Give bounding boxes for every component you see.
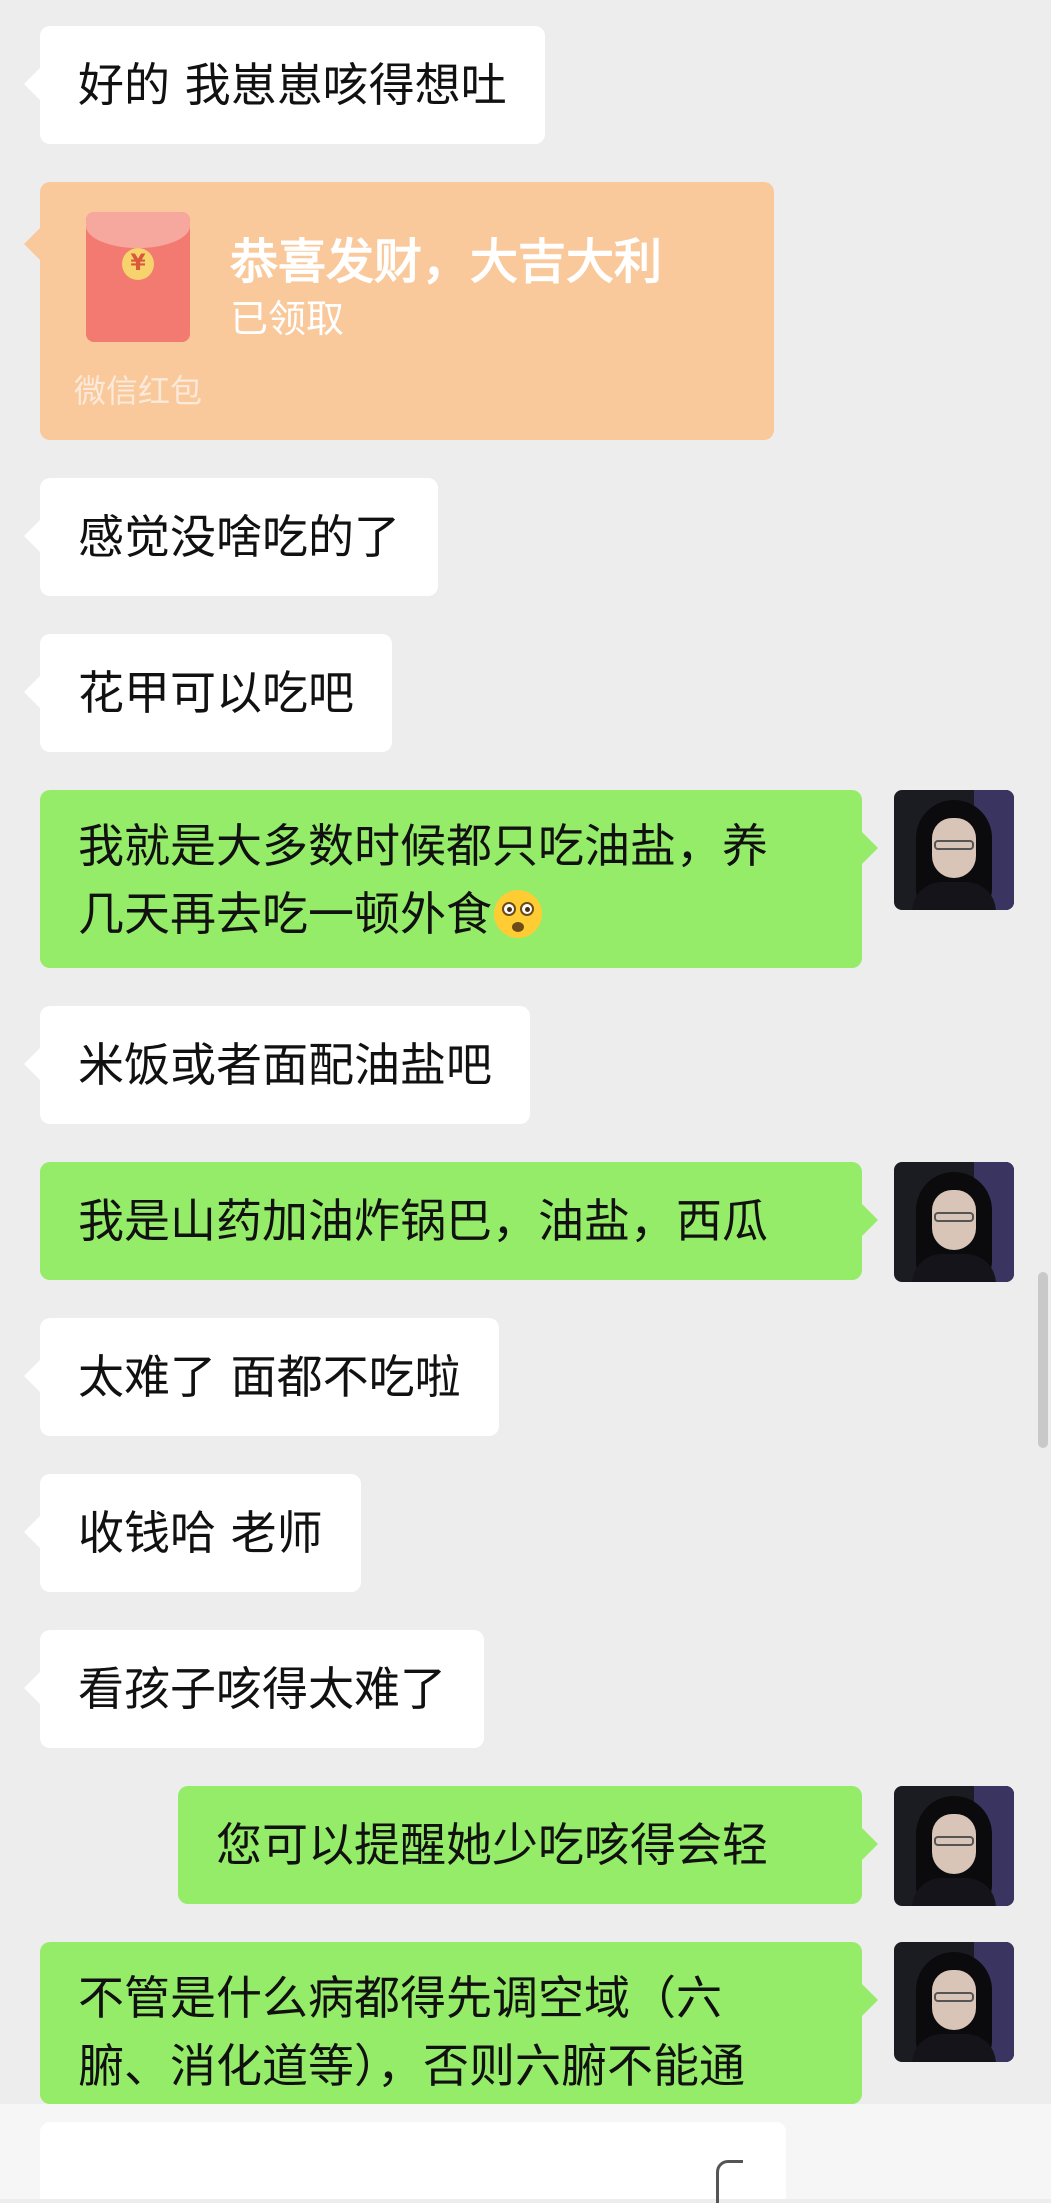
message-text: 收钱哈 老师	[78, 1506, 323, 1560]
incoming-message-bubble[interactable]: 感觉没啥吃的了	[24, 478, 438, 596]
message-text: 花甲可以吃吧	[78, 666, 354, 720]
incoming-message-bubble[interactable]: 太难了 面都不吃啦	[24, 1318, 499, 1436]
chat-message-list[interactable]: 好的 我崽崽咳得想吐 ¥ 恭喜发财，大吉大利 已领取 微信红包 感觉没啥吃的了 …	[0, 0, 1051, 2203]
scrollbar[interactable]	[1038, 1272, 1048, 1448]
partial-icon	[716, 2160, 743, 2203]
message-text: 好的 我崽崽咳得想吐	[78, 58, 507, 112]
incoming-message-bubble[interactable]: 米饭或者面配油盐吧	[24, 1006, 530, 1124]
red-packet-title: 恭喜发财，大吉大利	[230, 234, 663, 290]
message-text-line: 腑、消化道等），否则六腑不能通	[78, 2039, 745, 2093]
incoming-message-bubble[interactable]: 好的 我崽崽咳得想吐	[24, 26, 545, 144]
user-avatar[interactable]	[894, 1162, 1014, 1282]
incoming-message-bubble[interactable]: 收钱哈 老师	[24, 1474, 361, 1592]
message-text: 感觉没啥吃的了	[78, 510, 400, 564]
red-packet-card[interactable]: ¥ 恭喜发财，大吉大利 已领取 微信红包	[24, 182, 774, 440]
incoming-message-bubble[interactable]: 看孩子咳得太难了	[24, 1630, 484, 1748]
flushed-face-emoji-icon	[494, 890, 542, 938]
message-text: 米饭或者面配油盐吧	[78, 1038, 492, 1092]
user-avatar[interactable]	[894, 790, 1014, 910]
outgoing-message-bubble[interactable]: 您可以提醒她少吃咳得会轻	[178, 1786, 878, 1904]
outgoing-message-bubble[interactable]: 不管是什么病都得先调空域（六 腑、消化道等），否则六腑不能通	[40, 1942, 878, 2104]
message-text-line: 我就是大多数时候都只吃油盐，养	[78, 819, 768, 873]
red-packet-brand-label: 微信红包	[74, 372, 203, 410]
outgoing-message-bubble[interactable]: 我就是大多数时候都只吃油盐，养 几天再去吃一顿外食	[40, 790, 878, 968]
partial-message-bubble	[40, 2122, 786, 2199]
red-envelope-icon: ¥	[86, 212, 190, 342]
message-text: 您可以提醒她少吃咳得会轻	[216, 1818, 768, 1872]
message-text-line: 不管是什么病都得先调空域（六	[78, 1971, 722, 2025]
user-avatar[interactable]	[894, 1942, 1014, 2062]
message-text: 太难了 面都不吃啦	[78, 1350, 461, 1404]
message-text: 我是山药加油炸锅巴，油盐，西瓜	[78, 1194, 768, 1248]
outgoing-message-bubble[interactable]: 我是山药加油炸锅巴，油盐，西瓜	[40, 1162, 878, 1280]
red-packet-status: 已领取	[230, 297, 345, 341]
user-avatar[interactable]	[894, 1786, 1014, 1906]
message-text-line: 几天再去吃一顿外食	[78, 880, 824, 948]
incoming-message-bubble[interactable]: 花甲可以吃吧	[24, 634, 392, 752]
message-text: 看孩子咳得太难了	[78, 1662, 446, 1716]
